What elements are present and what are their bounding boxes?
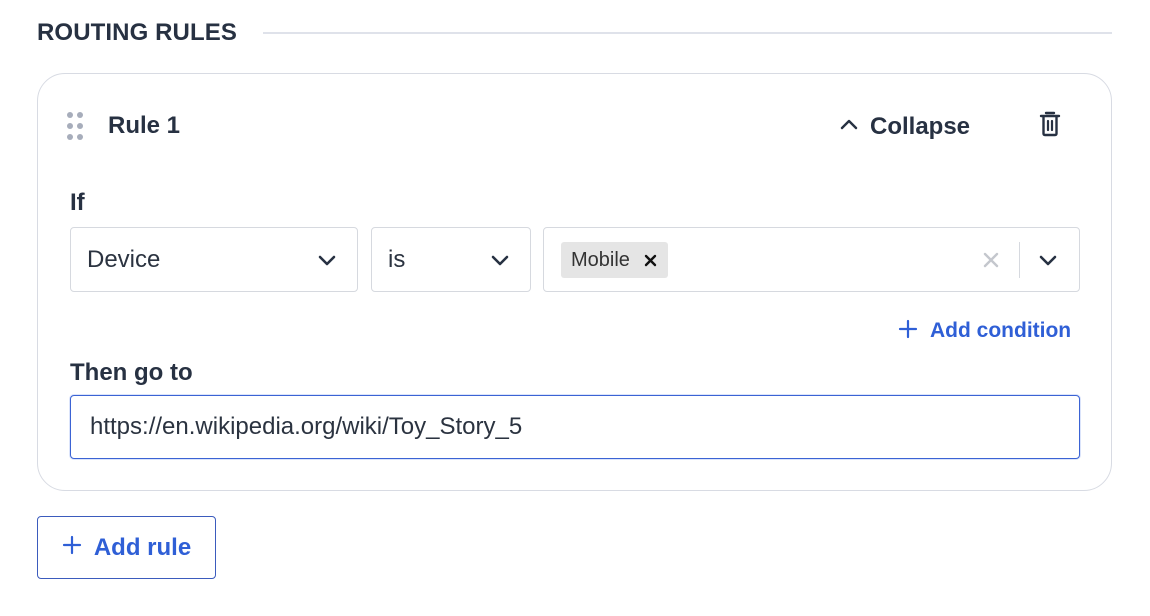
add-rule-label: Add rule xyxy=(93,533,192,561)
add-condition-label: Add condition xyxy=(930,319,1072,342)
destination-url-input[interactable] xyxy=(70,395,1080,459)
condition-values-multiselect[interactable]: Mobile xyxy=(543,227,1080,292)
clear-values-icon[interactable] xyxy=(981,250,1001,270)
condition-operator-value: is xyxy=(388,245,406,273)
condition-operator-select[interactable]: is xyxy=(371,227,531,292)
drag-handle-icon[interactable] xyxy=(67,112,87,142)
chevron-down-icon xyxy=(315,248,339,272)
condition-field-select[interactable]: Device xyxy=(70,227,358,292)
section-header: ROUTING RULES xyxy=(37,18,1112,48)
add-condition-button[interactable]: Add condition xyxy=(898,316,1071,346)
chevron-down-icon xyxy=(488,248,512,272)
rule-title: Rule 1 xyxy=(108,112,181,139)
section-divider xyxy=(262,32,1112,34)
add-rule-button[interactable]: Add rule xyxy=(37,516,216,579)
if-label: If xyxy=(70,189,85,216)
rule-card: Rule 1 Collapse If Device is Mobile Add … xyxy=(37,73,1112,491)
condition-field-value: Device xyxy=(87,245,161,273)
collapse-label: Collapse xyxy=(870,113,971,140)
plus-icon xyxy=(898,319,918,344)
collapse-button[interactable]: Collapse xyxy=(838,110,970,144)
trash-icon xyxy=(1039,111,1061,142)
chevron-up-icon xyxy=(838,114,860,141)
indicator-separator xyxy=(1019,242,1020,278)
value-chip: Mobile xyxy=(561,242,668,278)
close-icon[interactable] xyxy=(644,253,658,267)
value-chip-label: Mobile xyxy=(571,248,630,271)
plus-icon xyxy=(62,535,82,560)
then-go-to-label: Then go to xyxy=(70,359,193,386)
chevron-down-icon[interactable] xyxy=(1036,248,1060,272)
section-title: ROUTING RULES xyxy=(37,19,237,46)
delete-rule-button[interactable] xyxy=(1037,111,1063,142)
